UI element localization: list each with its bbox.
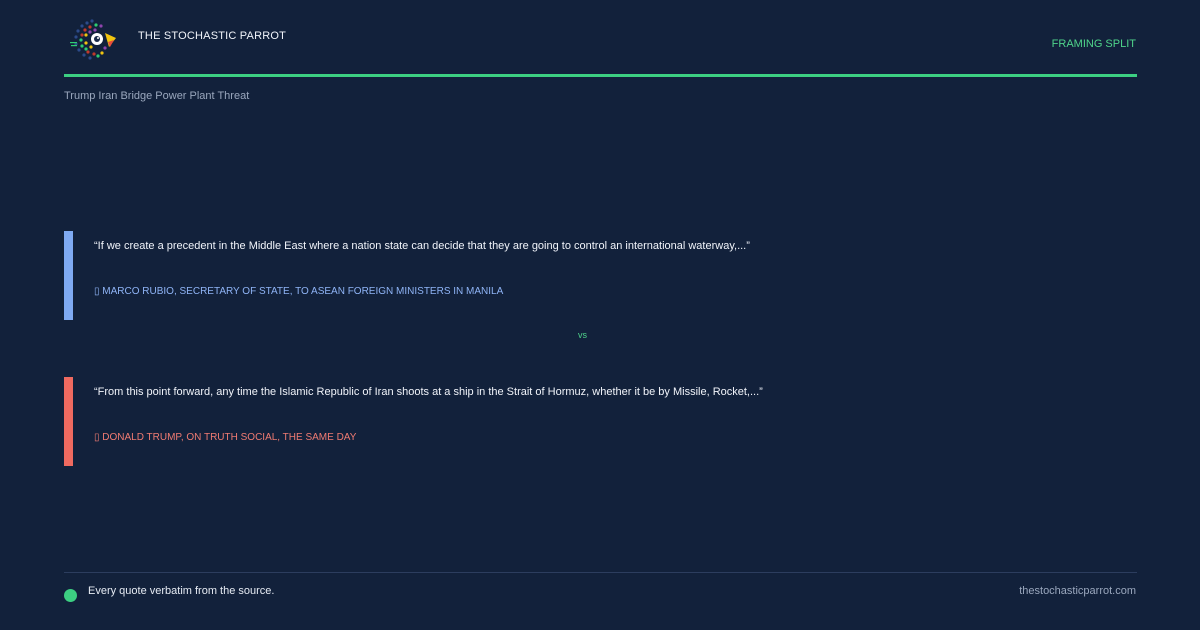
category-tag: FRAMING SPLIT <box>1051 38 1136 50</box>
brand-name: THE STOCHASTIC PARROT <box>138 30 287 42</box>
footer-note: Every quote verbatim from the source. <box>88 585 275 597</box>
versus-label: vs <box>578 330 587 340</box>
parrot-logo-icon <box>68 16 120 64</box>
story-subtitle: Trump Iran Bridge Power Plant Threat <box>64 90 250 102</box>
quote-card-trump: “From this point forward, any time the I… <box>64 377 1137 466</box>
quote-attribution: ▯ MARCO RUBIO, SECRETARY OF STATE, TO AS… <box>94 286 504 297</box>
quote-accent-bar <box>64 231 73 320</box>
quote-card-rubio: “If we create a precedent in the Middle … <box>64 231 1137 320</box>
quote-text: “If we create a precedent in the Middle … <box>94 240 750 252</box>
status-dot-icon <box>64 589 77 602</box>
quote-text: “From this point forward, any time the I… <box>94 386 763 398</box>
site-url: thestochasticparrot.com <box>1019 585 1136 597</box>
footer-divider <box>64 572 1137 573</box>
quote-accent-bar <box>64 377 73 466</box>
header-divider <box>64 74 1137 77</box>
quote-attribution: ▯ DONALD TRUMP, ON TRUTH SOCIAL, THE SAM… <box>94 432 357 443</box>
